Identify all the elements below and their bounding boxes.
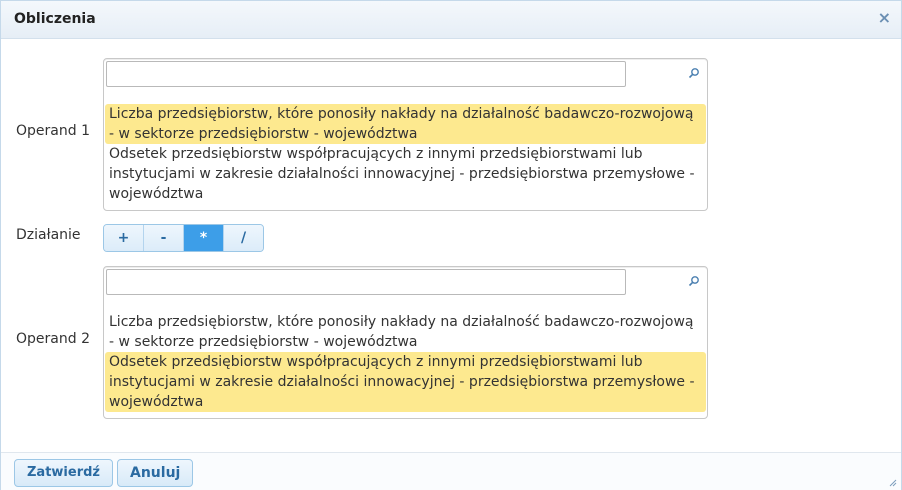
dialog-titlebar: Obliczenia × [1, 1, 901, 39]
operand2-search-input[interactable] [106, 269, 626, 295]
operand1-listbox: Liczba przedsiębiorstw, które ponosiły n… [103, 58, 708, 211]
operand1-option[interactable]: Liczba przedsiębiorstw, które ponosiły n… [105, 104, 706, 144]
operand2-option[interactable]: Odsetek przedsiębiorstw współpracujących… [105, 352, 706, 412]
operand2-options: Liczba przedsiębiorstw, które ponosiły n… [105, 312, 706, 412]
operand2-listbox: Liczba przedsiębiorstw, które ponosiły n… [103, 266, 708, 419]
confirm-button[interactable]: Zatwierdź [14, 459, 113, 487]
dialog-footer: Zatwierdź Anuluj [1, 452, 901, 490]
search-icon[interactable] [688, 275, 700, 287]
operand1-option[interactable]: Odsetek przedsiębiorstw współpracujących… [105, 144, 706, 204]
calculations-dialog: Obliczenia × Operand 1 Liczba przedsiębi… [0, 0, 902, 490]
cancel-button[interactable]: Anuluj [117, 459, 194, 487]
search-icon[interactable] [688, 67, 700, 79]
operand1-label: Operand 1 [16, 123, 90, 139]
multiply-button[interactable]: * [184, 225, 224, 251]
operation-button-group: + - * / [103, 224, 264, 252]
plus-button[interactable]: + [104, 225, 144, 251]
operation-label: Działanie [16, 227, 81, 243]
dialog-title: Obliczenia [14, 11, 96, 27]
resize-handle-icon[interactable] [889, 479, 897, 487]
operand1-options: Liczba przedsiębiorstw, które ponosiły n… [105, 104, 706, 204]
divide-button[interactable]: / [224, 225, 263, 251]
minus-button[interactable]: - [144, 225, 184, 251]
operand1-search-input[interactable] [106, 61, 626, 87]
close-icon[interactable]: × [878, 8, 891, 27]
operand2-label: Operand 2 [16, 331, 90, 347]
operand2-option[interactable]: Liczba przedsiębiorstw, które ponosiły n… [105, 312, 706, 352]
